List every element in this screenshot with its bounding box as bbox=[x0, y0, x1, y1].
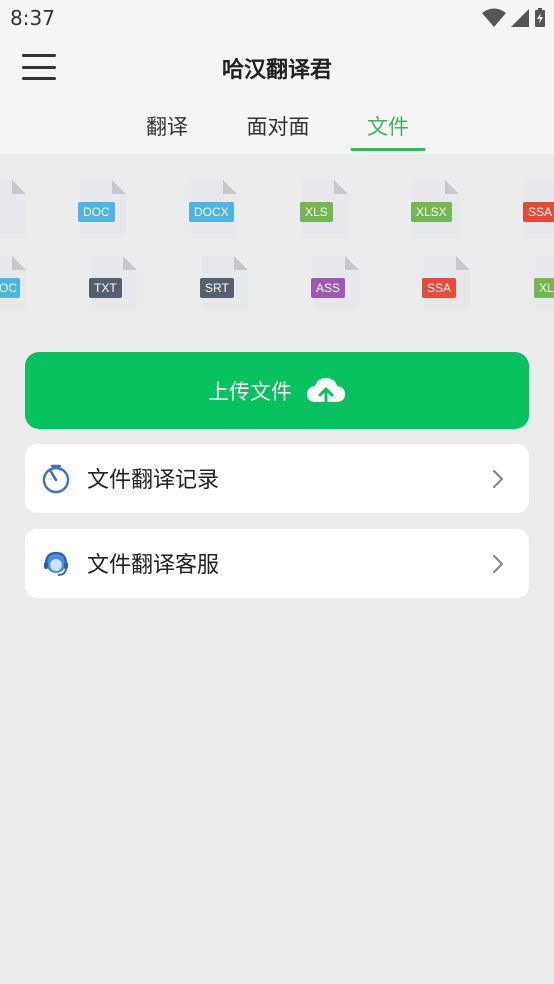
file-type-strip: DOC DOCX XLS XLSX SSA OC TXT SRT ASS SSA… bbox=[0, 166, 554, 316]
file-type-icon: TXT bbox=[89, 256, 137, 310]
cellular-signal-icon bbox=[511, 9, 529, 27]
chevron-right-icon bbox=[492, 469, 504, 489]
active-tab-indicator bbox=[351, 148, 425, 151]
file-type-label: DOCX bbox=[189, 202, 234, 222]
upload-button-label: 上传文件 bbox=[208, 379, 292, 404]
file-type-label: XL bbox=[534, 278, 554, 298]
status-bar: 8:37 bbox=[0, 0, 554, 36]
file-type-label: SSA bbox=[523, 202, 554, 222]
tab-face-to-face[interactable]: 面对面 bbox=[245, 112, 311, 150]
file-type-icon bbox=[0, 180, 26, 234]
tab-translate[interactable]: 翻译 bbox=[145, 112, 189, 150]
history-clock-icon bbox=[42, 464, 70, 494]
battery-icon bbox=[535, 8, 545, 27]
file-type-label: OC bbox=[0, 278, 20, 298]
customer-service-icon bbox=[44, 551, 68, 576]
file-type-icon: DOC bbox=[78, 180, 126, 234]
file-translation-support-item[interactable]: 文件翻译客服 bbox=[25, 529, 529, 598]
file-type-label: XLSX bbox=[411, 202, 452, 222]
file-type-icon: XL bbox=[534, 256, 554, 310]
file-type-icon: ASS bbox=[311, 256, 359, 310]
file-type-label: XLS bbox=[300, 202, 333, 222]
cloud-upload-icon bbox=[307, 377, 345, 406]
file-type-icon: XLSX bbox=[411, 180, 459, 234]
list-item-label: 文件翻译记录 bbox=[87, 468, 220, 493]
file-translation-history-item[interactable]: 文件翻译记录 bbox=[25, 444, 529, 513]
file-type-label: SSA bbox=[422, 278, 457, 298]
list-item-label: 文件翻译客服 bbox=[87, 553, 220, 578]
tab-bar: 翻译 面对面 文件 bbox=[0, 108, 554, 154]
status-time: 8:37 bbox=[10, 6, 55, 30]
file-type-label: TXT bbox=[89, 278, 122, 298]
file-type-label: ASS bbox=[311, 278, 346, 298]
app-header: 哈汉翻译君 翻译 面对面 文件 bbox=[0, 36, 554, 154]
app-title: 哈汉翻译君 bbox=[221, 58, 332, 83]
file-type-icon: DOCX bbox=[189, 180, 237, 234]
status-icons bbox=[482, 8, 546, 28]
file-type-label: DOC bbox=[78, 202, 115, 222]
tab-file[interactable]: 文件 bbox=[366, 112, 410, 150]
file-type-label: SRT bbox=[200, 278, 234, 298]
wifi-icon bbox=[482, 8, 506, 27]
file-type-icon: XLS bbox=[300, 180, 348, 234]
file-type-icon: SRT bbox=[200, 256, 248, 310]
chevron-right-icon bbox=[492, 554, 504, 574]
file-type-icon: SSA bbox=[422, 256, 470, 310]
document-page-icon bbox=[0, 180, 26, 234]
file-type-icon: OC bbox=[0, 256, 26, 310]
file-type-icon: SSA bbox=[523, 180, 554, 234]
upload-file-button[interactable]: 上传文件 bbox=[25, 352, 529, 429]
